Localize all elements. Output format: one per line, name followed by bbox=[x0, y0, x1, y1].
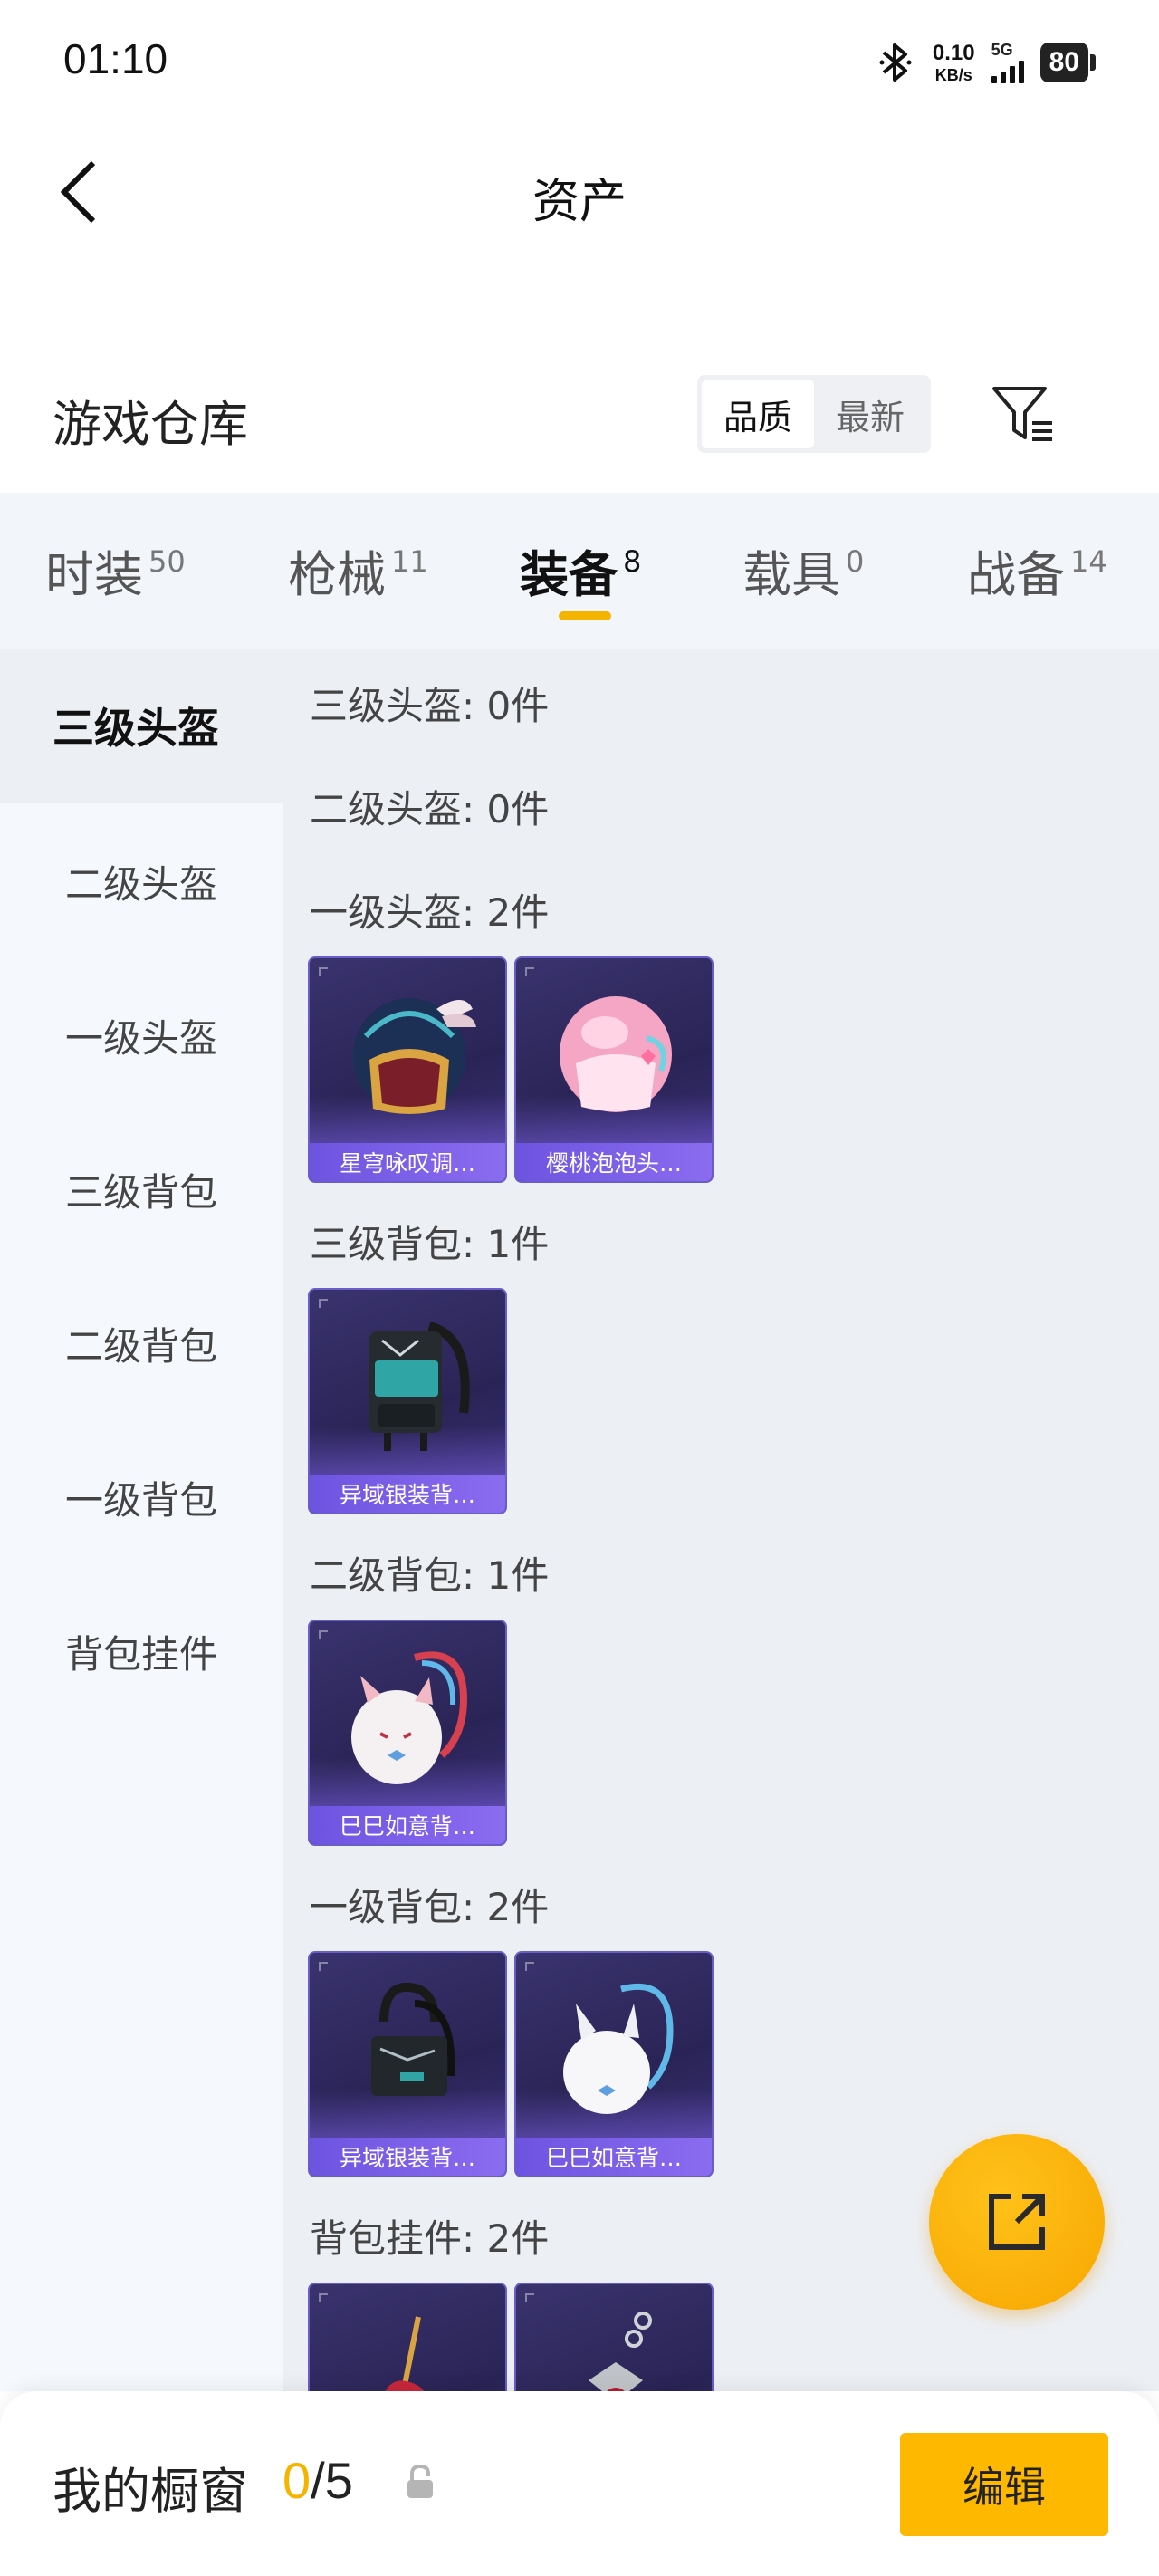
warehouse-header: 游戏仓库 品质 最新 bbox=[0, 362, 1159, 480]
backpack-dark-teal-icon bbox=[369, 1322, 470, 1451]
section-title: 二级头盔: 0件 bbox=[310, 787, 550, 831]
bluetooth-icon bbox=[879, 43, 912, 82]
item-card[interactable]: 异域银装背… bbox=[308, 1951, 507, 2177]
warehouse-title: 游戏仓库 bbox=[53, 396, 248, 453]
showcase-label: 我的橱窗 bbox=[53, 2463, 248, 2520]
sort-option-quality[interactable]: 品质 bbox=[702, 380, 814, 448]
tab-supplies[interactable]: 战备 14 bbox=[967, 534, 1107, 606]
tab-firearms[interactable]: 枪械 11 bbox=[288, 534, 428, 606]
tab-count: 14 bbox=[1070, 544, 1107, 579]
showcase-count-total: 5 bbox=[324, 2452, 353, 2509]
filter-button[interactable] bbox=[987, 379, 1059, 451]
item-card[interactable]: 巳巳如意背… bbox=[514, 1951, 714, 2177]
showcase-count-separator: / bbox=[311, 2452, 325, 2509]
status-icons: 0.10 KB/s 5G 80 bbox=[876, 40, 1096, 85]
tab-count: 8 bbox=[623, 544, 642, 579]
sidebar-item-helmet-lv3[interactable]: 三级头盔 bbox=[0, 649, 283, 803]
backpack-white-bunny-icon bbox=[563, 1983, 674, 2114]
item-name: 樱桃泡泡头… bbox=[516, 1143, 712, 1181]
lock-icon bbox=[407, 2464, 433, 2498]
item-card[interactable]: 异域银装背… bbox=[308, 1288, 507, 1514]
sort-option-newest[interactable]: 最新 bbox=[814, 380, 926, 448]
battery-indicator: 80 bbox=[1039, 43, 1096, 82]
helmet-pink-icon bbox=[560, 996, 672, 1112]
tab-label: 战备 bbox=[967, 546, 1065, 603]
item-card[interactable]: 巳巳如意背… bbox=[308, 1620, 507, 1846]
guitar-charm-icon bbox=[385, 2316, 425, 2391]
sort-toggle: 品质 最新 bbox=[697, 375, 931, 453]
tab-count: 50 bbox=[148, 544, 186, 579]
active-tab-indicator bbox=[559, 611, 611, 620]
item-grid: 三级头盔: 0件 二级头盔: 0件 一级头盔: 2件 星穹咏叹调… 樱桃泡泡头…… bbox=[283, 649, 1159, 2391]
share-button[interactable] bbox=[929, 2134, 1105, 2310]
signal-strength: 5G bbox=[991, 42, 1024, 83]
backpack-white-bunny-icon bbox=[351, 1651, 468, 1784]
edit-button[interactable]: 编辑 bbox=[900, 2433, 1108, 2536]
nav-bar: 资产 bbox=[0, 136, 1159, 254]
showcase-count: 0/5 bbox=[283, 2451, 353, 2510]
sidebar-item-helmet-lv1[interactable]: 一级头盔 bbox=[0, 958, 283, 1112]
tab-label: 装备 bbox=[520, 546, 618, 603]
section-title: 一级头盔: 2件 bbox=[310, 890, 550, 935]
network-speed-unit: KB/s bbox=[934, 65, 972, 84]
showcase-count-current: 0 bbox=[283, 2452, 311, 2509]
tab-label: 载具 bbox=[742, 546, 840, 603]
network-type: 5G bbox=[991, 41, 1013, 59]
sidebar-item-backpack-charm[interactable]: 背包挂件 bbox=[0, 1574, 283, 1728]
signal-bars-icon bbox=[991, 60, 1024, 83]
status-bar: 01:10 0.10 KB/s 5G 80 bbox=[0, 0, 1159, 127]
subcategory-sidebar: 三级头盔 二级头盔 一级头盔 三级背包 二级背包 一级背包 背包挂件 bbox=[0, 649, 283, 2391]
status-time: 01:10 bbox=[63, 35, 168, 82]
share-external-icon bbox=[989, 2194, 1045, 2250]
item-name: 星穹咏叹调… bbox=[310, 1143, 505, 1181]
item-card[interactable] bbox=[514, 2283, 714, 2391]
page-title: 资产 bbox=[532, 175, 627, 229]
section-title: 三级头盔: 0件 bbox=[310, 684, 550, 728]
item-name: 异域银装背… bbox=[310, 1475, 505, 1513]
tab-count: 0 bbox=[846, 544, 865, 579]
sidebar-item-helmet-lv2[interactable]: 二级头盔 bbox=[0, 804, 283, 958]
tab-label: 时装 bbox=[45, 546, 143, 603]
item-name: 巳巳如意背… bbox=[516, 2138, 712, 2176]
section-title: 三级背包: 1件 bbox=[310, 1222, 550, 1266]
category-tabs: 时装 50 枪械 11 装备 8 载具 0 战备 14 bbox=[0, 493, 1159, 649]
item-card[interactable] bbox=[308, 2283, 507, 2391]
showcase-bar: 我的橱窗 0/5 编辑 bbox=[0, 2391, 1159, 2576]
item-name: 巳巳如意背… bbox=[310, 1806, 505, 1844]
item-name: 异域银装背… bbox=[310, 2138, 505, 2176]
tab-fashion[interactable]: 时装 50 bbox=[45, 534, 186, 606]
battery-level: 80 bbox=[1039, 43, 1088, 82]
sidebar-item-backpack-lv1[interactable]: 一级背包 bbox=[0, 1420, 283, 1574]
section-title: 一级背包: 2件 bbox=[310, 1885, 550, 1929]
tab-label: 枪械 bbox=[288, 546, 386, 603]
network-speed-value: 0.10 bbox=[932, 40, 975, 65]
tab-equipment[interactable]: 装备 8 bbox=[520, 534, 641, 606]
backpack-dark-small-icon bbox=[371, 1982, 455, 2096]
tab-count: 11 bbox=[391, 544, 428, 579]
item-card[interactable]: 星穹咏叹调… bbox=[308, 956, 507, 1183]
helmet-dark-winged-icon bbox=[353, 998, 476, 1114]
section-title: 二级背包: 1件 bbox=[310, 1553, 550, 1598]
sidebar-item-backpack-lv2[interactable]: 二级背包 bbox=[0, 1266, 283, 1420]
network-speed: 0.10 KB/s bbox=[932, 40, 975, 84]
chain-charm-icon bbox=[589, 2312, 652, 2391]
filter-icon bbox=[992, 387, 1052, 441]
item-card[interactable]: 樱桃泡泡头… bbox=[514, 956, 714, 1183]
sidebar-item-backpack-lv3[interactable]: 三级背包 bbox=[0, 1112, 283, 1266]
section-title: 背包挂件: 2件 bbox=[310, 2216, 550, 2261]
tab-vehicles[interactable]: 载具 0 bbox=[742, 534, 864, 606]
